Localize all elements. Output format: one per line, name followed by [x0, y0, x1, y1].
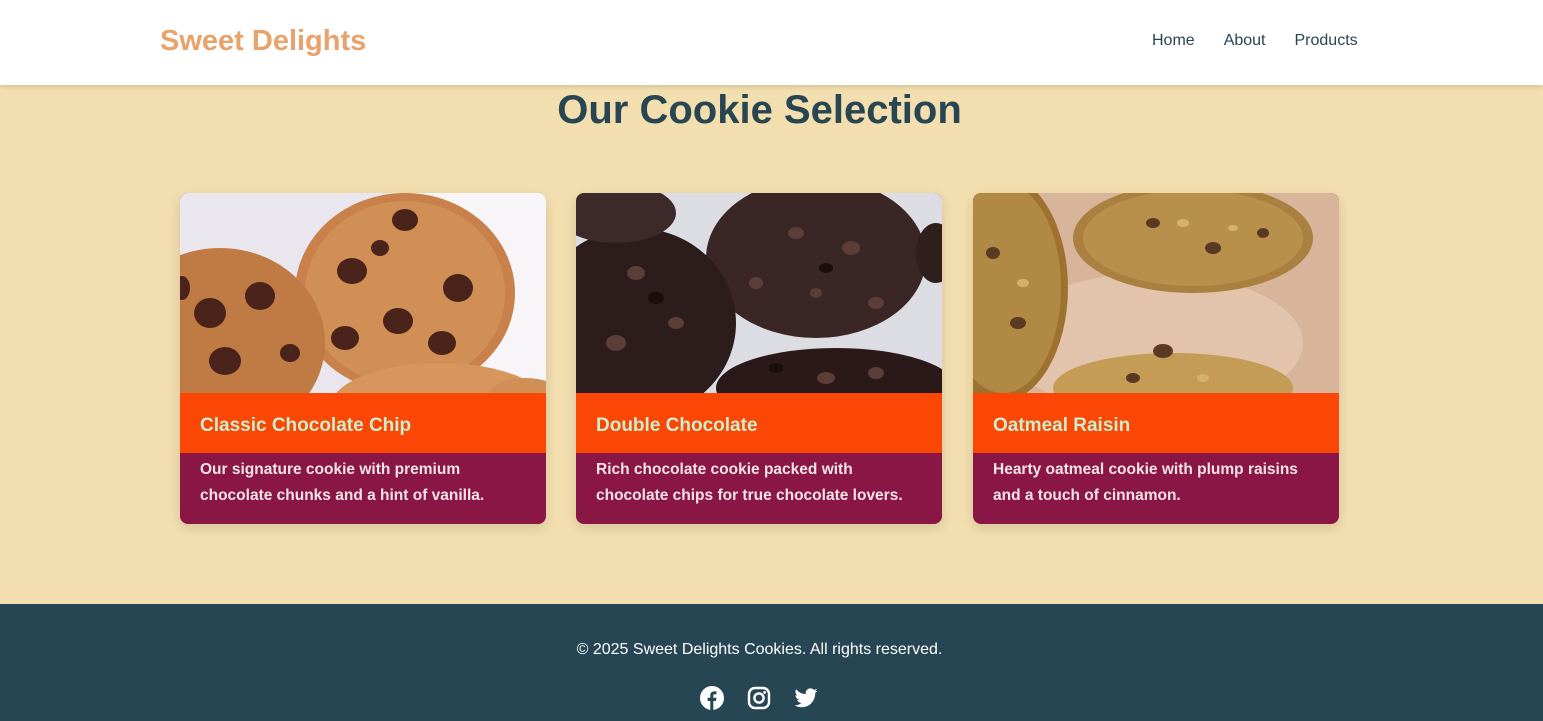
- main-nav: Home About Products: [1152, 32, 1387, 50]
- page-title: Our Cookie Selection: [557, 88, 962, 132]
- facebook-icon[interactable]: [700, 686, 724, 710]
- cookie-image-oatmeal-raisin: [973, 193, 1339, 393]
- card-title: Classic Chocolate Chip: [180, 393, 546, 453]
- nav-link-about[interactable]: About: [1224, 32, 1266, 50]
- product-card-double-chocolate[interactable]: Double Chocolate Rich chocolate cookie p…: [576, 193, 942, 524]
- site-footer: © 2025 Sweet Delights Cookies. All right…: [0, 604, 1543, 721]
- twitter-icon[interactable]: [794, 686, 818, 710]
- site-header: Sweet Delights Home About Products: [0, 0, 1543, 85]
- card-description: Hearty oatmeal cookie with plump raisins…: [993, 461, 1298, 504]
- product-card-chocolate-chip[interactable]: Classic Chocolate Chip Our signature coo…: [180, 193, 546, 524]
- instagram-icon[interactable]: [747, 686, 771, 710]
- cookie-image-double-chocolate: [576, 193, 942, 393]
- card-description: Rich chocolate cookie packed with chocol…: [596, 461, 903, 504]
- nav-link-home[interactable]: Home: [1152, 32, 1195, 50]
- nav-link-products[interactable]: Products: [1295, 32, 1358, 50]
- product-card-oatmeal-raisin[interactable]: Oatmeal Raisin Hearty oatmeal cookie wit…: [973, 193, 1339, 524]
- card-title: Double Chocolate: [576, 393, 942, 453]
- card-description: Our signature cookie with premium chocol…: [200, 461, 485, 504]
- card-title: Oatmeal Raisin: [973, 393, 1339, 453]
- cookie-image-chocolate-chip: [180, 193, 546, 393]
- social-links: [700, 686, 841, 710]
- copyright-text: © 2025 Sweet Delights Cookies. All right…: [576, 641, 943, 658]
- brand-logo[interactable]: Sweet Delights: [160, 25, 366, 58]
